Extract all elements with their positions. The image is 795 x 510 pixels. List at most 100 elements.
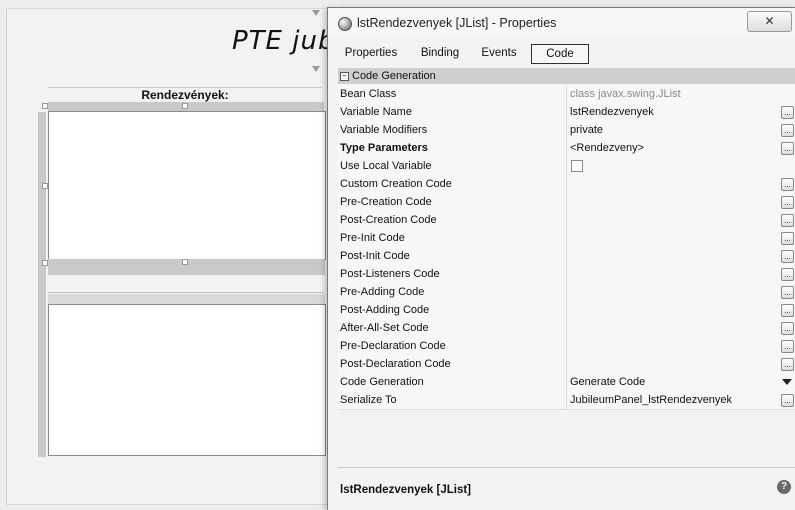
property-tabs: Properties Binding Events Code (328, 44, 795, 64)
column-separator (566, 265, 567, 283)
column-separator (566, 391, 567, 409)
selection-handle[interactable] (42, 103, 48, 109)
property-row[interactable]: Variable Modifiers private... (338, 121, 795, 140)
column-separator (566, 283, 567, 301)
property-value[interactable]: <Rendezveny> (570, 139, 644, 157)
use-local-variable-checkbox[interactable] (571, 160, 583, 172)
ellipsis-editor-button[interactable]: ... (781, 178, 794, 191)
ellipsis-editor-button[interactable]: ... (781, 268, 794, 281)
ellipsis-editor-button[interactable]: ... (781, 394, 794, 407)
divider-line (48, 292, 324, 293)
tab-events[interactable]: Events (474, 44, 524, 62)
property-name: Post-Listeners Code (340, 268, 440, 280)
property-value[interactable]: lstRendezvenyek (570, 103, 654, 121)
description-title: lstRendezvenyek [JList] (340, 484, 472, 496)
property-row[interactable]: Pre-Adding Code... (338, 283, 795, 302)
tab-code[interactable]: Code (531, 44, 589, 64)
ellipsis-editor-button[interactable]: ... (781, 124, 794, 137)
property-row[interactable]: Code Generation Generate Code (338, 373, 795, 392)
property-row[interactable]: Pre-Creation Code... (338, 193, 795, 212)
category-label: Code Generation (352, 70, 436, 82)
gui-designer-canvas: PTE jub Rendezvények: (0, 0, 340, 509)
property-name: Bean Class (340, 88, 397, 100)
property-name: Use Local Variable (340, 160, 432, 172)
property-name: Pre-Adding Code (340, 286, 425, 298)
property-value[interactable]: JubileumPanel_lstRendezvenyek (570, 391, 732, 409)
property-row[interactable]: Serialize To JubileumPanel_lstRendezvenye… (338, 391, 795, 410)
property-row[interactable]: Post-Listeners Code... (338, 265, 795, 284)
ellipsis-editor-button[interactable]: ... (781, 286, 794, 299)
description-divider (338, 467, 795, 468)
property-row[interactable]: Bean Class class javax.swing.JList (338, 85, 795, 104)
column-separator (566, 175, 567, 193)
property-sheet: − Code Generation Bean Class class javax.s… (338, 68, 795, 418)
column-separator (566, 301, 567, 319)
column-separator (566, 103, 567, 121)
resize-marker (312, 10, 320, 16)
ellipsis-editor-button[interactable]: ... (781, 106, 794, 119)
list-separator-bar (48, 294, 325, 304)
property-row[interactable]: Variable Name lstRendezvenyek... (338, 103, 795, 122)
ellipsis-editor-button[interactable]: ... (781, 214, 794, 227)
property-name: Pre-Init Code (340, 232, 405, 244)
property-value[interactable]: private (570, 121, 603, 139)
column-separator (566, 319, 567, 337)
events-list-box[interactable] (48, 111, 326, 260)
property-row[interactable]: Post-Creation Code... (338, 211, 795, 230)
tab-binding[interactable]: Binding (412, 44, 468, 62)
details-list-box[interactable] (48, 304, 326, 456)
left-scroll-bar (38, 112, 46, 457)
ellipsis-editor-button[interactable]: ... (781, 304, 794, 317)
ellipsis-editor-button[interactable]: ... (781, 250, 794, 263)
property-name: Post-Adding Code (340, 304, 430, 316)
property-row[interactable]: Custom Creation Code... (338, 175, 795, 194)
resize-marker (312, 66, 320, 72)
events-heading-label[interactable]: Rendezvények: (48, 87, 322, 102)
ellipsis-editor-button[interactable]: ... (781, 322, 794, 335)
property-row[interactable]: After-All-Set Code... (338, 319, 795, 338)
property-row[interactable]: Post-Init Code... (338, 247, 795, 266)
column-separator (566, 157, 567, 175)
property-name: Type Parameters (340, 142, 428, 154)
ellipsis-editor-button[interactable]: ... (781, 142, 794, 155)
property-value[interactable]: Generate Code (570, 373, 645, 391)
property-row[interactable]: Type Parameters <Rendezveny>... (338, 139, 795, 158)
netbeans-component-icon (338, 17, 352, 31)
column-separator (566, 211, 567, 229)
column-separator (566, 229, 567, 247)
help-icon[interactable]: ? (777, 480, 791, 494)
dropdown-arrow-icon[interactable] (782, 379, 792, 385)
property-name: Variable Modifiers (340, 124, 428, 136)
property-value: class javax.swing.JList (570, 88, 681, 100)
column-separator (566, 337, 567, 355)
property-row[interactable]: Post-Adding Code... (338, 301, 795, 320)
column-separator (566, 355, 567, 373)
column-separator (566, 121, 567, 139)
property-name: Post-Creation Code (340, 214, 437, 226)
category-code-generation[interactable]: − Code Generation (338, 68, 795, 84)
ellipsis-editor-button[interactable]: ... (781, 232, 794, 245)
selection-handle[interactable] (182, 259, 188, 265)
panel-title-label[interactable]: PTE jub (232, 26, 335, 56)
ellipsis-editor-button[interactable]: ... (781, 196, 794, 209)
column-separator (566, 247, 567, 265)
selection-handle[interactable] (182, 103, 188, 109)
property-row[interactable]: Post-Declaration Code... (338, 355, 795, 374)
close-button[interactable]: ✕ (747, 11, 792, 32)
property-row[interactable]: Pre-Init Code... (338, 229, 795, 248)
collapse-icon[interactable]: − (340, 71, 349, 81)
property-name: Pre-Declaration Code (340, 340, 446, 352)
ellipsis-editor-button[interactable]: ... (781, 358, 794, 371)
tab-properties[interactable]: Properties (336, 44, 406, 62)
property-row[interactable]: Use Local Variable (338, 157, 795, 176)
dialog-title: lstRendezvenyek [JList] - Properties (357, 16, 557, 30)
ellipsis-editor-button[interactable]: ... (781, 340, 794, 353)
column-separator (566, 373, 567, 391)
column-separator (566, 85, 567, 103)
property-name: Custom Creation Code (340, 178, 452, 190)
property-name: After-All-Set Code (340, 322, 429, 334)
property-row[interactable]: Pre-Declaration Code... (338, 337, 795, 356)
column-separator (566, 193, 567, 211)
dialog-titlebar[interactable]: lstRendezvenyek [JList] - Properties ✕ (328, 8, 795, 38)
property-name: Post-Declaration Code (340, 358, 451, 370)
